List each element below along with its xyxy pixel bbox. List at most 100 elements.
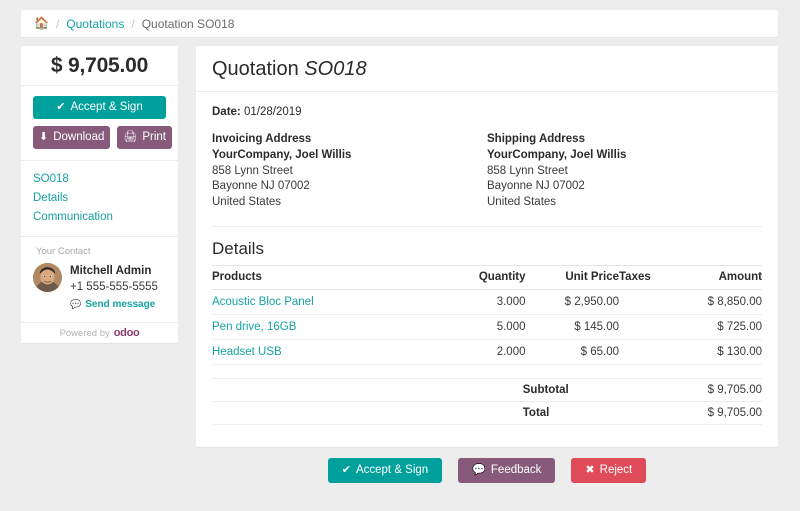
order-line-unit-price: $ 145.00: [525, 314, 619, 341]
order-line-quantity: 5.000: [443, 314, 526, 341]
shipping-address-line-3: United States: [487, 195, 557, 208]
contact-info: Mitchell Admin +1 555-555-5555 💬 Send me…: [70, 263, 158, 312]
invoicing-address-line-2: Bayonne NJ 07002: [212, 180, 310, 193]
document-date-value: 01/28/2019: [243, 106, 302, 118]
order-lines-header-row: Products Quantity Unit Price Taxes Amoun…: [212, 265, 762, 291]
section-divider: [212, 226, 762, 228]
reject-button[interactable]: ✖ Reject: [571, 458, 647, 483]
quotation-header: Quotation SO018: [196, 46, 778, 92]
sidebar-total-amount: $ 9,705.00: [21, 46, 178, 86]
totals-spacer: [212, 401, 523, 426]
order-line-taxes: [619, 289, 685, 316]
contact-phone: +1 555-555-5555: [70, 280, 158, 293]
send-message-link[interactable]: 💬 Send message: [70, 299, 155, 310]
subtotal-label: Subtotal: [522, 378, 683, 403]
shipping-address-title: Shipping Address: [487, 133, 585, 145]
contact-card: Your Contact Mitchell Admin +1 555-555-5…: [21, 237, 178, 324]
sidebar: $ 9,705.00 ✔ Accept & Sign ⬇ Download 🖨 …: [21, 46, 178, 344]
check-icon: ✔: [341, 464, 351, 476]
breadcrumb-separator-1: /: [55, 16, 60, 31]
quotation-portal-page: 🏠 / Quotations / Quotation SO018 $ 9,705…: [0, 0, 800, 511]
breadcrumb: 🏠 / Quotations / Quotation SO018: [21, 10, 778, 37]
totals-spacer: [212, 378, 523, 403]
sidebar-item-so018[interactable]: SO018: [33, 169, 166, 188]
order-line-quantity: 2.000: [443, 339, 526, 366]
order-line-amount: $ 725.00: [685, 314, 762, 341]
order-line-unit-price: $ 65.00: [525, 339, 619, 366]
totals-table: Subtotal $ 9,705.00 Total $ 9,705.00: [212, 378, 762, 426]
column-header-quantity: Quantity: [443, 265, 526, 291]
reject-label: Reject: [599, 463, 633, 476]
home-icon: 🏠: [34, 15, 49, 30]
total-value: $ 9,705.00: [682, 401, 762, 426]
print-label: Print: [142, 130, 166, 143]
invoicing-address-company: YourCompany, Joel Willis: [212, 149, 352, 161]
powered-by-label: Powered by: [59, 327, 110, 339]
shipping-address-line-2: Bayonne NJ 07002: [487, 180, 585, 193]
comment-icon: 💬: [70, 299, 82, 310]
page-title-prefix: Quotation: [212, 57, 305, 80]
printer-icon: 🖨: [123, 131, 138, 143]
page-title: Quotation SO018: [212, 59, 367, 79]
feedback-label: Feedback: [490, 463, 542, 476]
subtotal-value: $ 9,705.00: [682, 378, 762, 403]
totals-row-subtotal: Subtotal $ 9,705.00: [212, 378, 762, 403]
accept-and-sign-label-sidebar: Accept & Sign: [70, 100, 143, 113]
comment-icon: 💬: [472, 464, 486, 476]
footer-actions: ✔ Accept & Sign 💬 Feedback ✖ Reject: [196, 458, 778, 483]
breadcrumb-item-current: Quotation SO018: [141, 16, 235, 31]
order-line-product-cell: Headset USB: [212, 339, 443, 366]
page-title-reference: SO018: [304, 57, 367, 80]
breadcrumb-home-link[interactable]: 🏠: [34, 15, 49, 30]
breadcrumb-separator-2: /: [131, 16, 135, 31]
contact-card-title: Your Contact: [36, 246, 91, 258]
document-date-label: Date:: [212, 106, 241, 118]
sidebar-item-communication[interactable]: Communication: [33, 208, 166, 227]
order-line-taxes: [619, 314, 685, 341]
contact-name: Mitchell Admin: [70, 265, 152, 278]
product-link[interactable]: Headset USB: [212, 346, 282, 358]
table-row: Headset USB 2.000 $ 65.00 $ 130.00: [212, 339, 762, 366]
product-link[interactable]: Pen drive, 16GB: [212, 321, 296, 333]
quotation-body: Date: 01/28/2019 Invoicing Address YourC…: [196, 92, 778, 426]
table-row: Acoustic Bloc Panel 3.000 $ 2,950.00 $ 8…: [212, 289, 762, 316]
totals-row-total: Total $ 9,705.00: [212, 401, 762, 426]
accept-and-sign-button-sidebar[interactable]: ✔ Accept & Sign: [33, 96, 166, 119]
column-header-unit-price: Unit Price: [525, 265, 619, 291]
download-label: Download: [53, 130, 105, 143]
invoicing-address-title: Invoicing Address: [212, 133, 312, 145]
table-row: Pen drive, 16GB 5.000 $ 145.00 $ 725.00: [212, 314, 762, 341]
shipping-address-line-1: 858 Lynn Street: [487, 164, 568, 177]
shipping-address: Shipping Address YourCompany, Joel Willi…: [487, 133, 762, 210]
sidebar-item-details[interactable]: Details: [33, 188, 166, 207]
invoicing-address-line-1: 858 Lynn Street: [212, 164, 293, 177]
order-line-product-cell: Pen drive, 16GB: [212, 314, 443, 341]
download-button[interactable]: ⬇ Download: [33, 126, 111, 149]
order-line-taxes: [619, 339, 685, 366]
sidebar-secondary-actions: ⬇ Download 🖨 Print: [33, 126, 172, 149]
avatar: [33, 263, 62, 293]
accept-and-sign-button[interactable]: ✔ Accept & Sign: [327, 458, 443, 483]
feedback-button[interactable]: 💬 Feedback: [458, 458, 556, 483]
product-link[interactable]: Acoustic Bloc Panel: [212, 296, 314, 308]
invoicing-address: Invoicing Address YourCompany, Joel Will…: [212, 133, 487, 210]
quotation-card: Quotation SO018 Date: 01/28/2019 Invoici…: [196, 46, 778, 447]
sidebar-nav: SO018 Details Communication: [21, 161, 178, 238]
order-line-quantity: 3.000: [443, 289, 526, 316]
column-header-products: Products: [212, 265, 443, 291]
invoicing-address-line-3: United States: [212, 195, 282, 208]
document-date: Date: 01/28/2019: [212, 106, 762, 118]
print-button[interactable]: 🖨 Print: [117, 126, 172, 149]
breadcrumb-item-quotations[interactable]: Quotations: [66, 18, 124, 30]
download-icon: ⬇: [39, 131, 49, 143]
odoo-logo: odoo: [113, 327, 140, 340]
send-message-label: Send message: [85, 299, 156, 311]
order-line-amount: $ 8,850.00: [685, 289, 762, 316]
accept-and-sign-label: Accept & Sign: [355, 463, 429, 476]
addresses: Invoicing Address YourCompany, Joel Will…: [212, 133, 762, 210]
sidebar-actions: ✔ Accept & Sign ⬇ Download 🖨 Print: [21, 86, 178, 161]
powered-by: Powered by odoo: [21, 323, 178, 343]
order-lines-table: Products Quantity Unit Price Taxes Amoun…: [212, 265, 762, 366]
shipping-address-company: YourCompany, Joel Willis: [487, 149, 627, 161]
order-line-product-cell: Acoustic Bloc Panel: [212, 289, 443, 316]
